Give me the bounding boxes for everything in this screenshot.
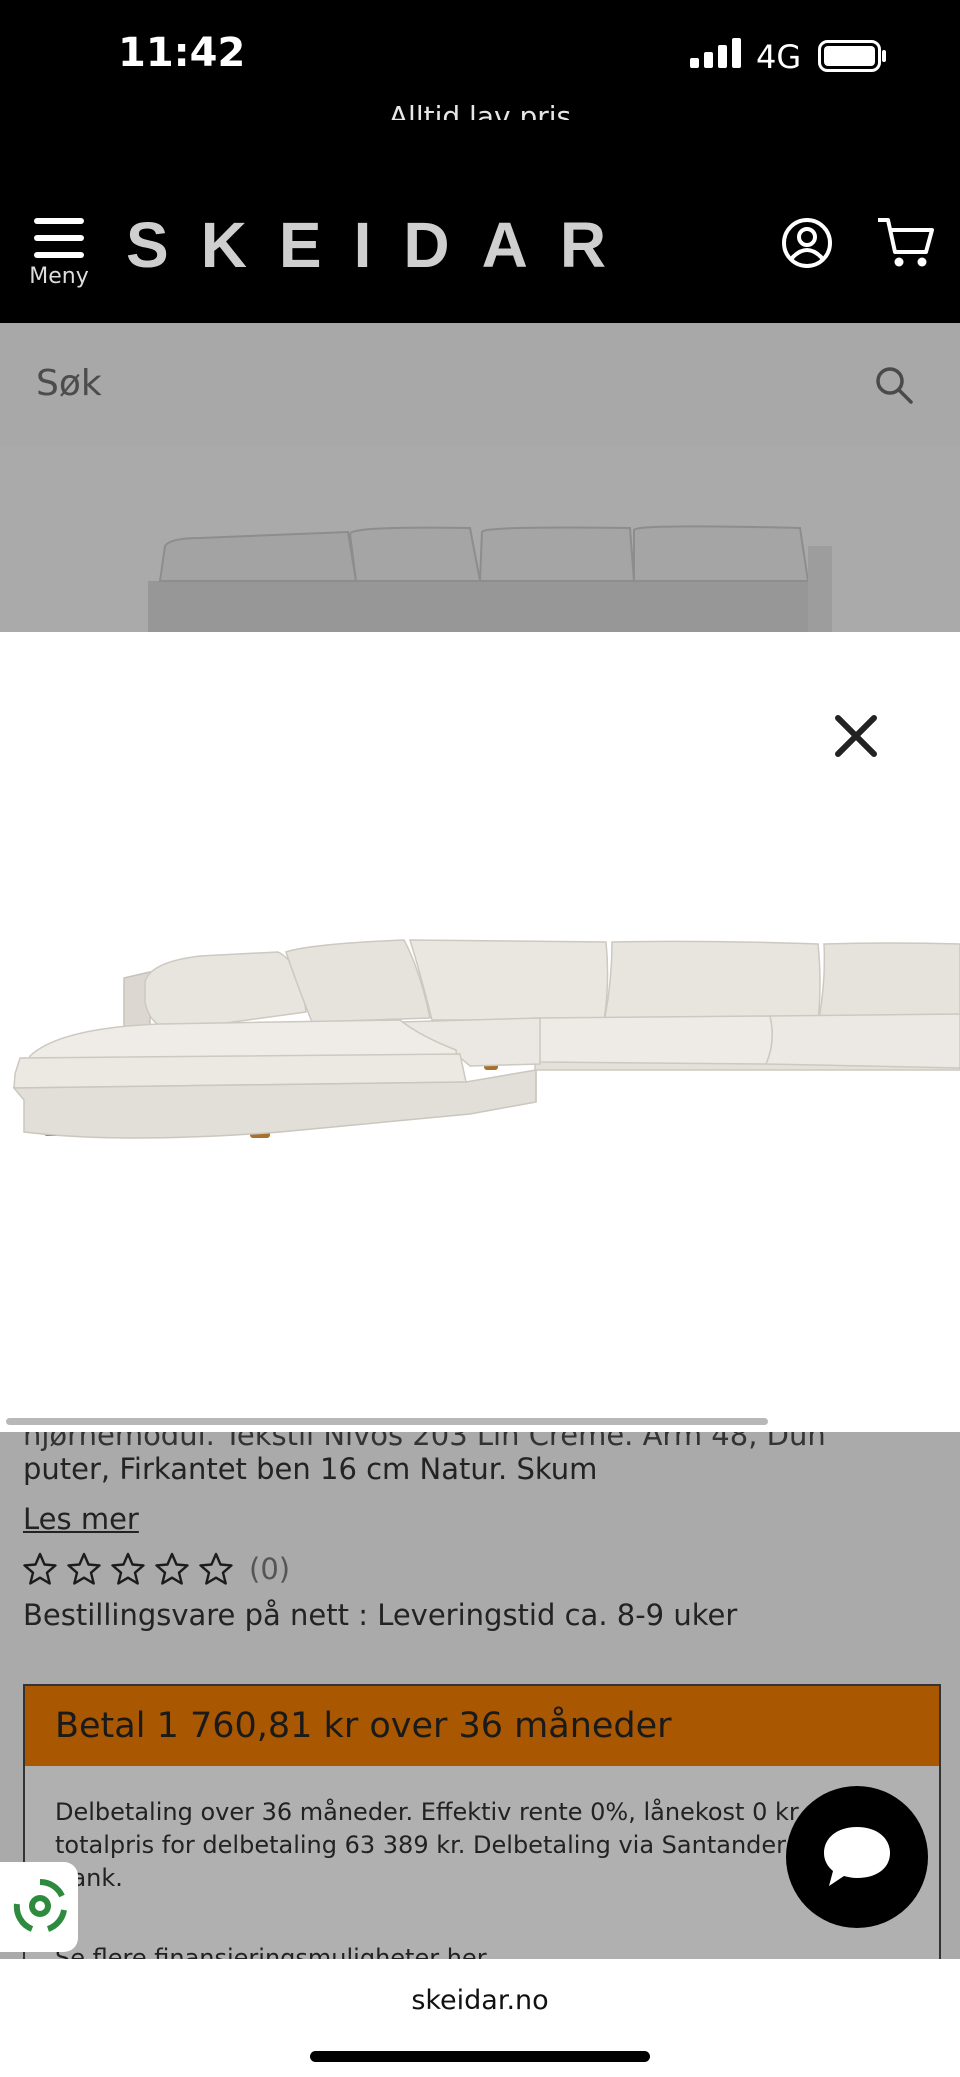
star-icon bbox=[199, 1552, 233, 1585]
finance-more-link[interactable]: Se flere finansieringsmuligheter her. bbox=[55, 1944, 492, 1959]
product-image-dimmed bbox=[0, 446, 960, 632]
image-scroll-indicator[interactable] bbox=[6, 1418, 768, 1425]
battery-icon bbox=[818, 40, 886, 72]
finance-headline: Betal 1 760,81 kr over 36 måneder bbox=[25, 1686, 939, 1766]
network-type: 4G bbox=[756, 38, 802, 76]
recycle-icon bbox=[13, 1878, 67, 1932]
eco-badge[interactable] bbox=[0, 1862, 78, 1952]
menu-icon bbox=[34, 218, 84, 258]
signal-icon bbox=[690, 38, 741, 68]
sofa-thumbnail bbox=[148, 525, 832, 632]
star-icon bbox=[23, 1552, 57, 1585]
chat-icon bbox=[824, 1827, 890, 1886]
product-description: puter, Firkantet ben 16 cm Natur. Skum bbox=[23, 1452, 598, 1486]
status-time: 11:42 bbox=[118, 30, 246, 76]
star-icon bbox=[111, 1552, 145, 1585]
image-lightbox bbox=[0, 632, 960, 1432]
star-icon bbox=[67, 1552, 101, 1585]
menu-button[interactable]: Meny bbox=[26, 216, 92, 289]
search-bar[interactable]: Søk bbox=[0, 323, 960, 446]
finance-description: Delbetaling over 36 måneder. Effektiv re… bbox=[55, 1798, 807, 1892]
site-logo[interactable]: SKEIDAR bbox=[126, 208, 638, 282]
read-more-link[interactable]: Les mer bbox=[23, 1502, 139, 1536]
star-icon bbox=[155, 1552, 189, 1585]
status-bar: 11:42 4G Alltid lav pris bbox=[0, 0, 960, 133]
url-text[interactable]: skeidar.no bbox=[0, 1985, 960, 2016]
close-icon[interactable] bbox=[830, 710, 882, 762]
delivery-info: Bestillingsvare på nett : Leveringstid c… bbox=[23, 1598, 738, 1632]
site-header: Meny SKEIDAR bbox=[0, 120, 960, 323]
menu-label: Meny bbox=[29, 264, 89, 289]
cart-icon[interactable] bbox=[876, 216, 936, 270]
sofa-image[interactable] bbox=[0, 882, 960, 1182]
browser-address-bar[interactable]: skeidar.no bbox=[0, 1959, 960, 2077]
search-input[interactable]: Søk bbox=[36, 363, 102, 404]
search-icon[interactable] bbox=[874, 365, 914, 405]
rating-stars[interactable]: (0) bbox=[23, 1552, 290, 1586]
account-icon[interactable] bbox=[780, 216, 834, 270]
rating-count: (0) bbox=[249, 1552, 291, 1586]
home-indicator bbox=[310, 2051, 650, 2062]
chat-button[interactable] bbox=[786, 1786, 928, 1928]
product-description-partial: hjørnemodul. Tekstil Nivos 203 Lin Creme… bbox=[23, 1432, 826, 1452]
